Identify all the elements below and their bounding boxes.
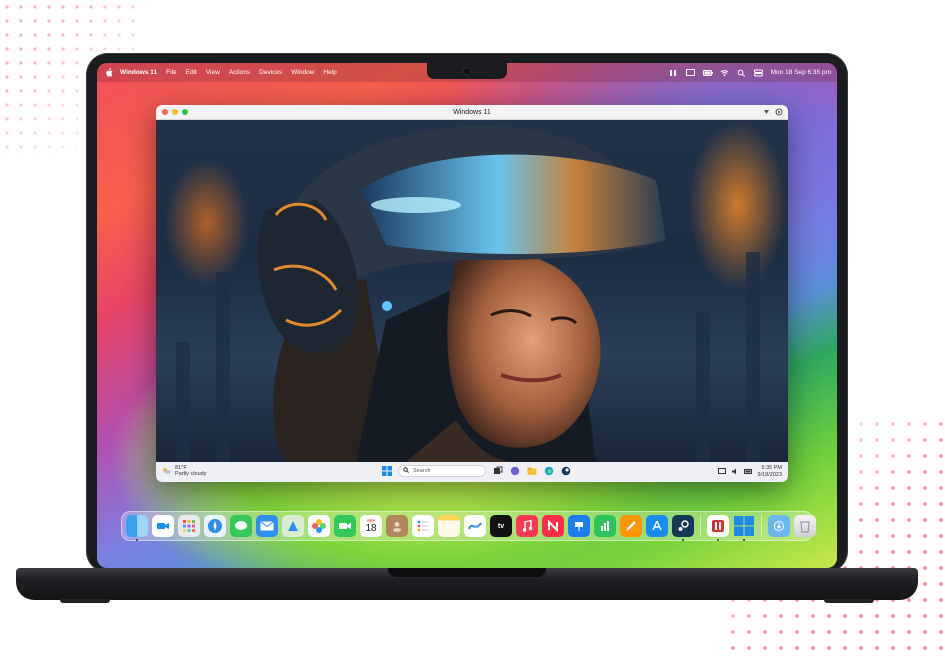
menu-view[interactable]: View [206, 69, 220, 76]
battery-icon[interactable] [702, 69, 713, 77]
wallpaper-portrait-image [257, 125, 666, 462]
windows-icon[interactable] [733, 515, 755, 541]
edge-browser-icon[interactable] [543, 466, 554, 477]
macos-dock: SEP 18 tv [121, 511, 816, 541]
file-explorer-icon[interactable] [526, 466, 537, 477]
steam-icon[interactable] [560, 466, 571, 477]
zoom-button[interactable] [182, 109, 188, 115]
music-icon[interactable] [516, 515, 538, 537]
messages-icon[interactable] [230, 515, 252, 537]
search-icon [403, 467, 409, 475]
menu-actions[interactable]: Actions [229, 69, 250, 76]
camera-icon [464, 68, 470, 74]
app-store-icon[interactable] [646, 515, 668, 537]
wifi-icon[interactable] [720, 69, 729, 77]
finder-icon[interactable] [126, 515, 148, 541]
stage: Windows 11 File Edit View Actions Device… [0, 0, 945, 656]
launchpad-icon[interactable] [178, 515, 200, 537]
keynote-icon[interactable] [568, 515, 590, 537]
apple-tv-icon[interactable]: tv [490, 515, 512, 537]
dock-separator [700, 515, 701, 537]
teams-chat-icon[interactable] [509, 466, 520, 477]
numbers-icon[interactable] [594, 515, 616, 537]
battery-tray-icon[interactable] [743, 468, 753, 477]
windows-start-icon[interactable] [381, 466, 392, 477]
volume-icon[interactable] [731, 468, 739, 477]
display-tray-icon[interactable] [717, 467, 726, 477]
taskbar-time: 6:35 PM [761, 465, 782, 471]
news-icon[interactable] [542, 515, 564, 537]
close-button[interactable] [162, 109, 168, 115]
menu-help[interactable]: Help [323, 69, 336, 76]
pages-icon[interactable] [620, 515, 642, 537]
weather-description: Partly cloudy [175, 471, 207, 477]
freeform-icon[interactable] [464, 515, 486, 537]
laptop-foot [60, 599, 110, 603]
window-controls [162, 109, 188, 115]
notes-icon[interactable] [438, 515, 460, 537]
menu-edit[interactable]: Edit [186, 69, 197, 76]
reminders-icon[interactable] [412, 515, 434, 537]
menu-app-name[interactable]: Windows 11 [120, 69, 157, 76]
calendar-icon[interactable]: SEP 18 [360, 515, 382, 537]
vm-toolbar [763, 108, 783, 118]
trash-icon[interactable] [794, 515, 816, 537]
taskbar-center: Search [381, 465, 571, 477]
maps-icon[interactable] [282, 515, 304, 537]
taskbar-search-placeholder: Search [413, 468, 431, 474]
steam-icon[interactable] [672, 515, 694, 541]
laptop-base-notch [388, 568, 546, 577]
vm-settings-gear-icon[interactable] [775, 108, 783, 118]
system-tray: 6:35 PM 9/18/2023 [717, 465, 782, 479]
laptop-foot [824, 599, 874, 603]
taskbar-clock[interactable]: 6:35 PM 9/18/2023 [758, 465, 782, 479]
search-icon[interactable] [737, 69, 746, 77]
safari-icon[interactable] [204, 515, 226, 537]
weather-widget[interactable]: 81°F Partly cloudy [162, 465, 207, 477]
vm-title-bar[interactable]: Windows 11 [156, 105, 788, 120]
facetime-icon[interactable] [152, 515, 174, 537]
minimize-button[interactable] [172, 109, 178, 115]
facetime-video-icon[interactable] [334, 515, 356, 537]
vm-window-title: Windows 11 [453, 108, 491, 116]
windows-desktop-wallpaper [156, 120, 788, 462]
menu-bar-clock[interactable]: Mon 18 Sep 6:35 pm [771, 69, 831, 76]
apple-menu-icon[interactable] [105, 68, 113, 77]
photos-icon[interactable] [308, 515, 330, 537]
taskbar-date: 9/18/2023 [757, 472, 782, 478]
laptop-screen: Windows 11 File Edit View Actions Device… [97, 63, 837, 568]
taskbar-search-box[interactable]: Search [398, 465, 486, 477]
downloads-folder-icon[interactable] [768, 515, 790, 537]
task-view-icon[interactable] [492, 466, 503, 477]
calendar-day: 18 [365, 523, 377, 534]
menu-bar-status-area: Mon 18 Sep 6:35 pm [669, 63, 831, 82]
vm-window: Windows 11 81°F Partly cloudy Search 6:3… [156, 105, 788, 482]
menu-window[interactable]: Window [291, 69, 314, 76]
display-icon[interactable] [685, 68, 695, 77]
menu-devices[interactable]: Devices [259, 69, 282, 76]
menu-file[interactable]: File [166, 69, 176, 76]
dock-separator [761, 515, 762, 537]
contacts-icon[interactable] [386, 515, 408, 537]
mail-icon[interactable] [256, 515, 278, 537]
weather-cloud-icon [162, 467, 171, 476]
control-center-icon[interactable] [753, 69, 763, 77]
windows-taskbar: 81°F Partly cloudy Search 6:35 PM 9/18/2… [156, 462, 788, 482]
vm-menu-chevron-icon[interactable] [763, 109, 770, 117]
camera-notch [427, 63, 507, 79]
parallels-icon[interactable] [707, 515, 729, 541]
parallels-status-icon[interactable] [669, 69, 678, 77]
